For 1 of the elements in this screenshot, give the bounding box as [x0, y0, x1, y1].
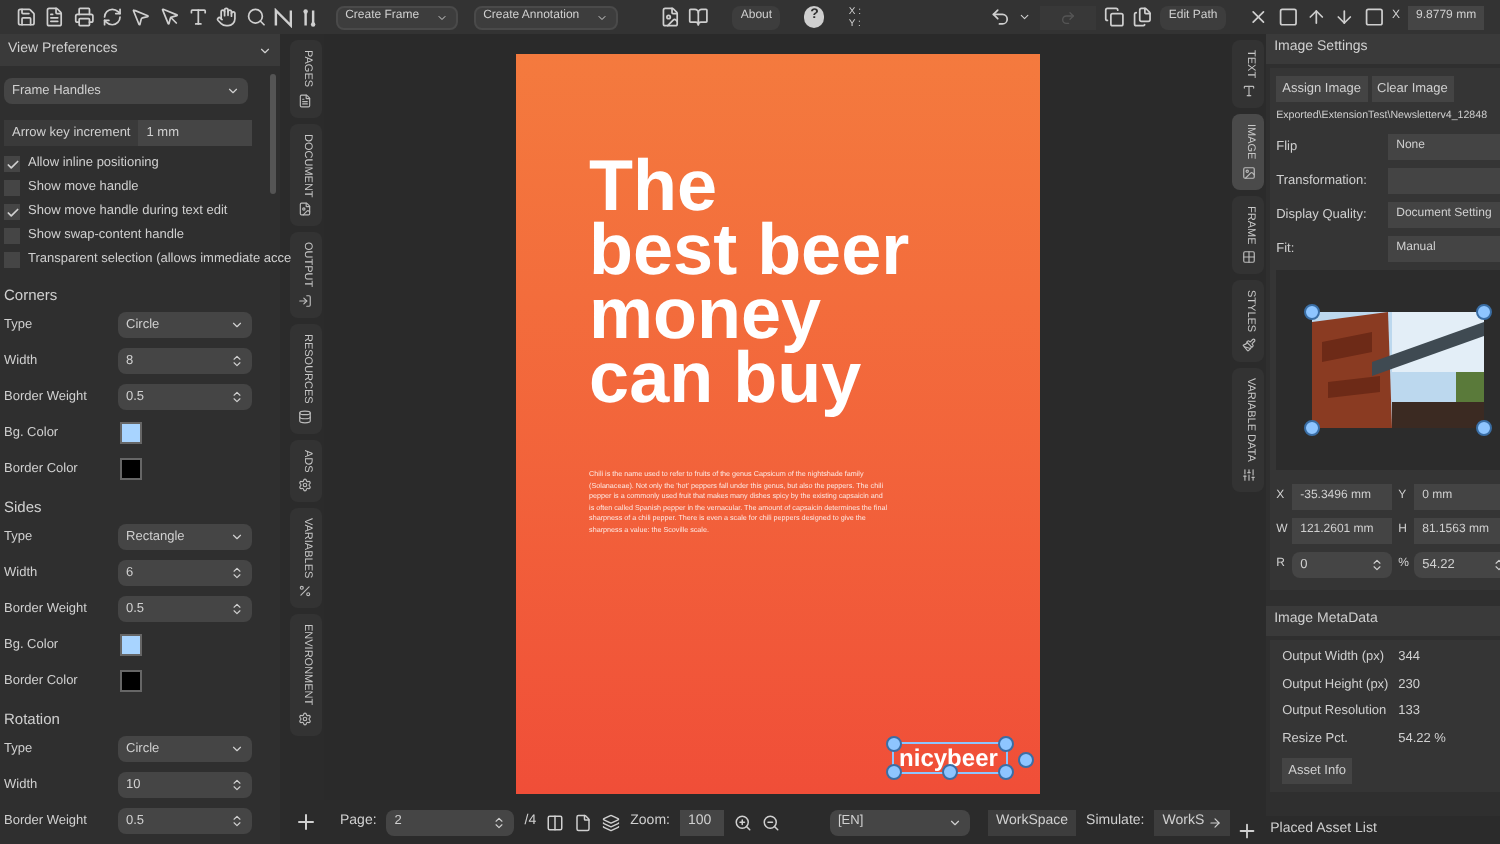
logo: nicybeer: [897, 744, 998, 772]
